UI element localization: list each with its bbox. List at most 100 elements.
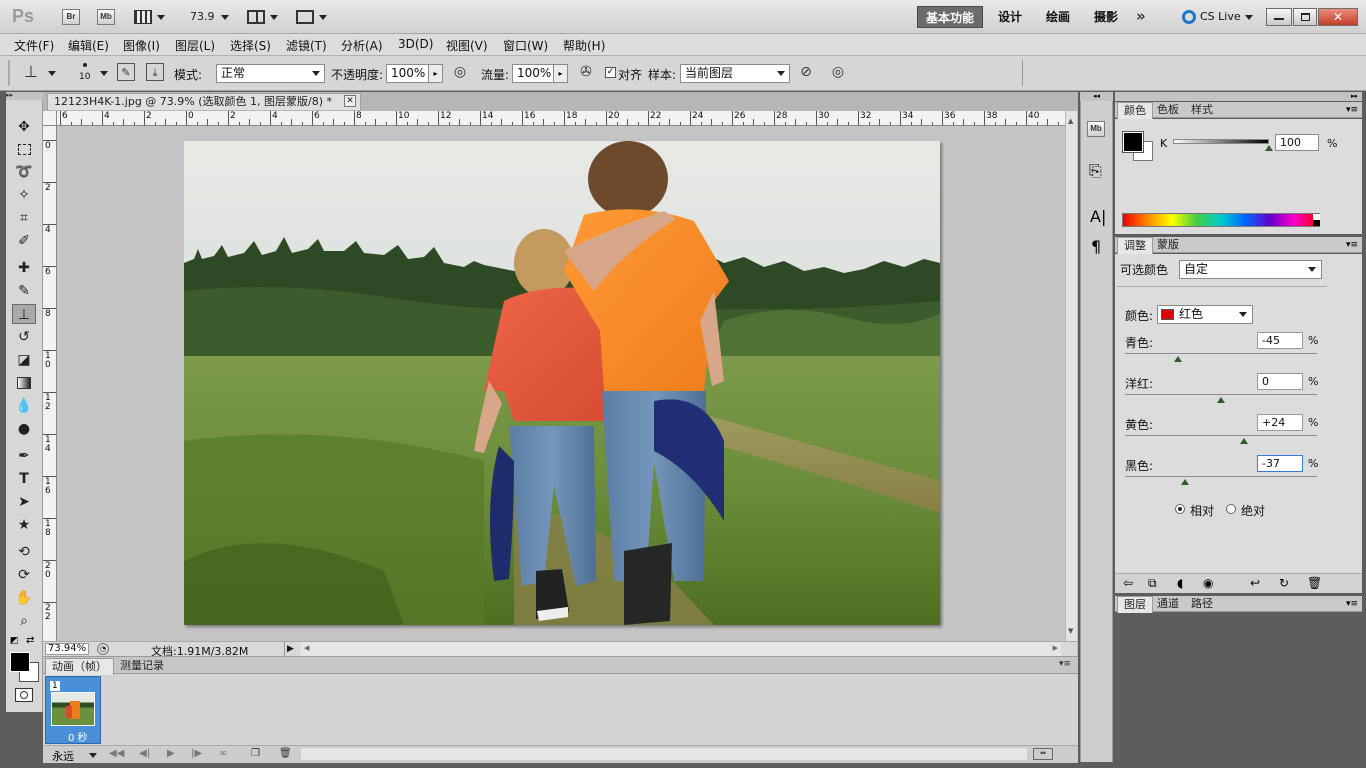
quick-mask-icon[interactable] [15, 688, 33, 702]
toolbox-header[interactable]: ▸▸ [6, 92, 43, 100]
quick-selection-tool-icon[interactable]: ✧ [12, 185, 36, 205]
slider-thumb[interactable] [1181, 479, 1190, 485]
animation-frame-1[interactable]: 1 0 秒 [45, 676, 101, 744]
brush-panel-icon[interactable]: ✎ [117, 63, 135, 81]
photo-two-boys-walking[interactable] [184, 141, 940, 625]
tab-measurement-log[interactable]: 测量记录 [113, 658, 170, 674]
default-colors-icon[interactable]: ◩ [10, 636, 19, 646]
workspace-essentials[interactable]: 基本功能 [917, 6, 983, 28]
brush-size[interactable]: 10 [79, 72, 90, 82]
toggle-visibility-layer-icon[interactable]: ◖ [1177, 576, 1183, 590]
mini-bridge-panel-icon[interactable]: Mb [1087, 121, 1105, 137]
menu-window[interactable]: 窗口(W) [503, 37, 548, 54]
chevron-down-icon[interactable] [270, 15, 278, 20]
next-frame-icon[interactable]: |▶ [191, 748, 202, 759]
view-extras-icon[interactable] [134, 10, 152, 24]
cs-live-button[interactable]: CS Live [1200, 10, 1241, 23]
workspace-painting[interactable]: 绘画 [1038, 6, 1078, 28]
close-document-icon[interactable]: ✕ [344, 95, 356, 107]
panel-menu-icon[interactable]: ▾≡ [1346, 237, 1358, 253]
tab-paths[interactable]: 路径 [1185, 596, 1219, 612]
mini-bridge-button[interactable]: Mb [97, 9, 115, 25]
clip-to-layer-icon[interactable]: ⧉ [1148, 576, 1157, 591]
menu-filter[interactable]: 滤镜(T) [286, 37, 327, 54]
flow-field[interactable]: 100% [512, 64, 555, 83]
tab-channels[interactable]: 通道 [1151, 596, 1185, 612]
tab-styles[interactable]: 样式 [1185, 102, 1219, 118]
healing-brush-tool-icon[interactable]: ✚ [12, 258, 36, 278]
paragraph-panel-icon[interactable]: ¶ [1091, 237, 1101, 256]
arrange-documents-icon[interactable] [247, 10, 265, 24]
chevron-down-icon[interactable] [48, 71, 56, 76]
clone-source-panel-icon[interactable]: ⎘ [1089, 161, 1102, 181]
slider-value-field[interactable]: -37 [1257, 455, 1303, 472]
lasso-tool-icon[interactable]: ➰ [12, 162, 36, 182]
chevron-down-icon[interactable] [100, 71, 108, 76]
crop-tool-icon[interactable]: ⌗ [12, 208, 36, 228]
tab-adjustments[interactable]: 调整 [1117, 237, 1153, 254]
brush-tool-icon[interactable]: ✎ [12, 281, 36, 301]
delete-icon[interactable]: 🗑 [1307, 576, 1322, 590]
pen-tool-icon[interactable]: ✒ [12, 446, 36, 466]
chevron-down-icon[interactable] [89, 753, 97, 758]
slider-thumb[interactable] [1240, 438, 1249, 444]
chevron-down-icon[interactable] [1245, 15, 1253, 20]
stamp-tool-icon[interactable]: ⊥ [22, 63, 40, 81]
eyedropper-tool-icon[interactable]: ✐ [12, 231, 36, 251]
chevron-down-icon[interactable] [319, 15, 327, 20]
grip[interactable] [8, 60, 10, 86]
status-info-icon[interactable]: ◔ [97, 643, 109, 655]
colors-select[interactable]: 红色 [1157, 305, 1253, 324]
duplicate-frame-icon[interactable]: ❐ [251, 748, 260, 759]
panel-menu-icon[interactable]: ▾≡ [1059, 659, 1071, 669]
shape-tool-icon[interactable]: ★ [12, 515, 36, 535]
convert-timeline-icon[interactable]: ⇔ [1033, 748, 1053, 760]
foreground-color-swatch[interactable] [1122, 131, 1144, 153]
gradient-tool-icon[interactable] [12, 373, 36, 393]
play-icon[interactable]: ▶ [167, 748, 175, 759]
tab-color[interactable]: 颜色 [1117, 102, 1153, 119]
document-tab[interactable]: 12123H4K-1.jpg @ 73.9% (选取颜色 1, 图层蒙版/8) … [47, 93, 361, 110]
menu-view[interactable]: 视图(V) [446, 37, 488, 54]
clone-stamp-tool-icon[interactable]: ⊥ [12, 304, 36, 324]
k-value-field[interactable]: 100 [1275, 134, 1319, 151]
clone-source-icon[interactable]: ⤓ [146, 63, 164, 81]
scroll-down-icon[interactable]: ▼ [1068, 627, 1073, 635]
scroll-up-icon[interactable]: ▲ [1068, 117, 1073, 125]
dodge-tool-icon[interactable]: ● [12, 419, 36, 439]
color-ramp[interactable] [1122, 213, 1320, 227]
slider-track[interactable] [1125, 394, 1317, 395]
slider-value-field[interactable]: 0 [1257, 373, 1303, 390]
chevron-down-icon[interactable] [157, 15, 165, 20]
screen-mode-icon[interactable] [296, 10, 314, 24]
type-tool-icon[interactable]: T [12, 469, 36, 489]
ignore-adjustment-layers-icon[interactable]: ⊘ [797, 63, 815, 81]
reset-icon[interactable]: ↻ [1279, 576, 1289, 590]
foreground-color-swatch[interactable] [10, 652, 30, 672]
restore-button[interactable] [1293, 8, 1317, 26]
slider-value-field[interactable]: +24 [1257, 414, 1303, 431]
black-ramp-end[interactable] [1313, 220, 1320, 226]
vertical-ruler[interactable]: 0 2 4 6 8 1 0 1 2 1 4 1 6 1 8 2 0 2 2 [43, 126, 57, 641]
tween-icon[interactable]: ∞ [219, 748, 227, 759]
tab-layers[interactable]: 图层 [1117, 596, 1153, 613]
blur-tool-icon[interactable]: 💧 [12, 396, 36, 416]
slider-track[interactable] [1125, 476, 1317, 477]
mode-select[interactable]: 正常 [216, 64, 325, 83]
ruler-origin[interactable] [43, 111, 57, 126]
swap-colors-icon[interactable]: ⇄ [26, 635, 34, 646]
menu-image[interactable]: 图像(I) [123, 37, 160, 54]
horizontal-ruler[interactable]: 6 4 2 0 2 4 6 8 10 12 14 16 18 20 22 24 26 28 30 32 34 36 38 40 [57, 111, 1065, 126]
panel-menu-icon[interactable]: ▾≡ [1346, 596, 1358, 612]
menu-layer[interactable]: 图层(L) [175, 37, 215, 54]
return-to-list-icon[interactable]: ⇦ [1123, 576, 1133, 590]
slider-value-field[interactable]: -45 [1257, 332, 1303, 349]
menu-select[interactable]: 选择(S) [230, 37, 271, 54]
hand-tool-icon[interactable]: ✋ [12, 588, 36, 608]
workspace-photography[interactable]: 摄影 [1086, 6, 1126, 28]
align-checkbox[interactable]: ✓ [605, 67, 616, 78]
frame-scrollbar[interactable] [301, 748, 1027, 760]
character-panel-icon[interactable]: A| [1090, 207, 1106, 226]
vertical-scrollbar[interactable]: ▲ ▼ [1065, 111, 1077, 641]
menu-file[interactable]: 文件(F) [14, 37, 54, 54]
